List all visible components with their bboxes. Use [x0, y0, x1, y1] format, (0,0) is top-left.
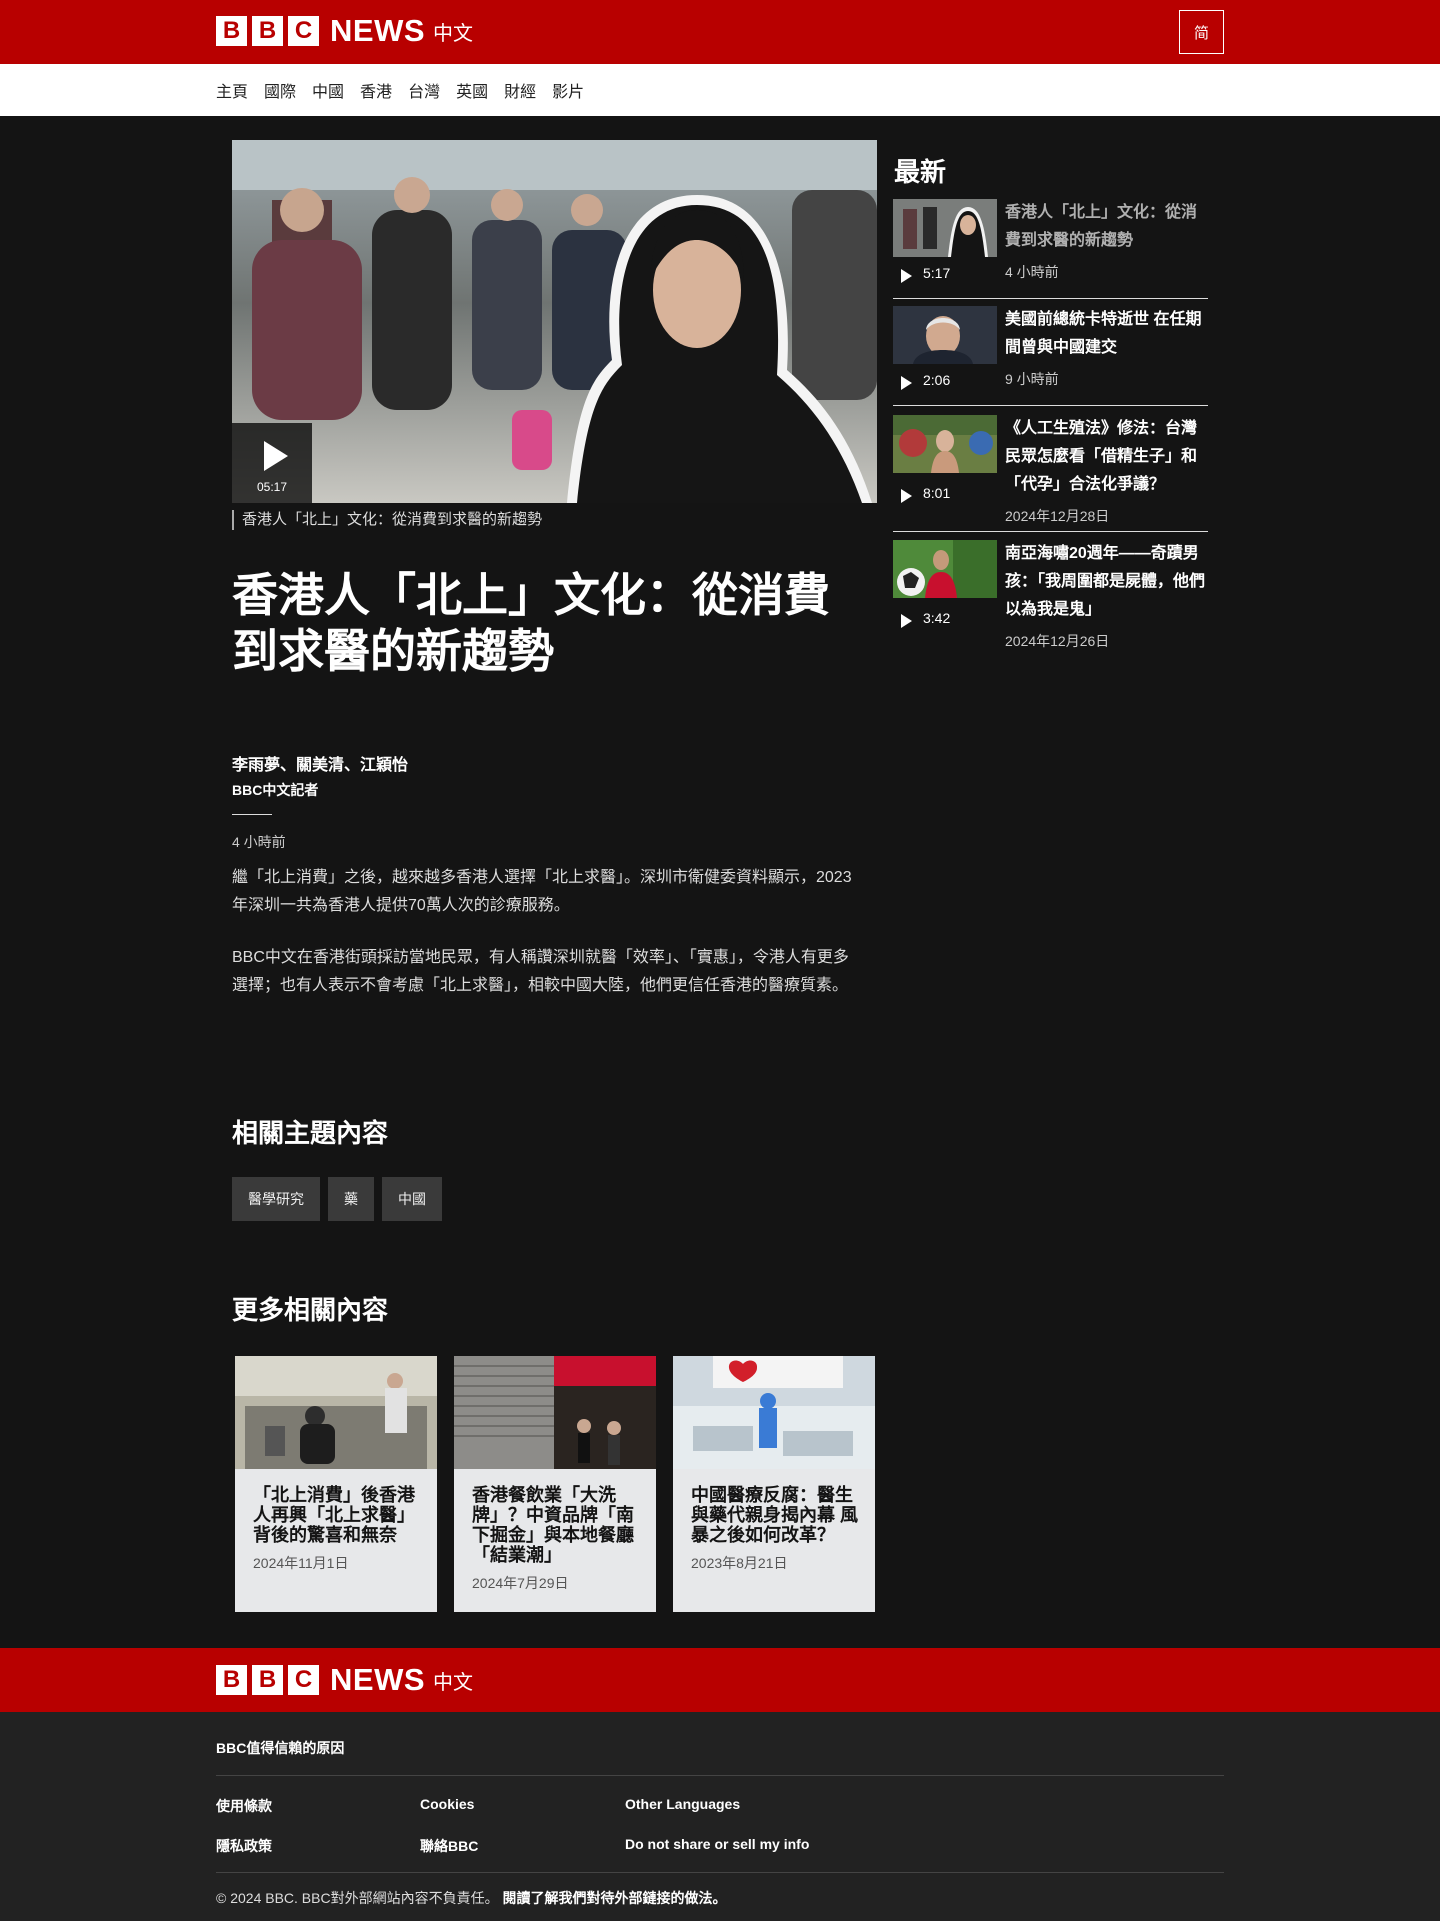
nav-item-china[interactable]: 中國 [312, 78, 344, 102]
latest-video-date: 2024年12月26日 [1005, 633, 1110, 649]
logo-news-text: NEWS [330, 1662, 425, 1697]
footer-link-privacy[interactable]: 隱私政策 [216, 1836, 272, 1856]
latest-video-title: 美國前總統卡特逝世 在任期間曾與中國建交 [1005, 311, 1202, 356]
logo-letter-c: C [288, 1665, 319, 1695]
related-card-date: 2024年11月1日 [253, 1555, 349, 1571]
logo-chinese-text: 中文 [433, 22, 473, 45]
latest-video-thumbnail [893, 306, 997, 364]
more-related-heading: 更多相關內容 [232, 1295, 389, 1325]
logo-chinese-text: 中文 [433, 1671, 473, 1694]
footer-copyright: © 2024 BBC. BBC對外部網站內容不負責任。 閱讀了解我們對待外部鏈接… [216, 1888, 726, 1908]
latest-video-thumbnail [893, 540, 997, 598]
logo-letter-b2: B [252, 16, 283, 46]
article-author-role: BBC中文記者 [232, 782, 319, 798]
article-author: 李雨夢、關美清、江穎怡 [232, 757, 409, 774]
primary-nav: 主頁 國際 中國 香港 台灣 英國 財經 影片 [216, 64, 600, 116]
bbc-news-logo[interactable]: B B C NEWS 中文 [216, 13, 473, 48]
footer-link-trust[interactable]: BBC值得信賴的原因 [216, 1738, 344, 1758]
related-card-title: 「北上消費」後香港人再興「北上求醫」背後的驚喜和無奈 [253, 1485, 415, 1545]
video-caption: 香港人「北上」文化：從消費到求醫的新趨勢 [232, 510, 542, 530]
play-button[interactable]: 05:17 [232, 423, 312, 503]
latest-video-duration: 2:06 [923, 372, 951, 388]
latest-video-duration: 5:17 [923, 265, 951, 281]
topic-tag-china[interactable]: 中國 [382, 1177, 442, 1221]
footer-link-cookies[interactable]: Cookies [420, 1796, 474, 1812]
nav-item-uk[interactable]: 英國 [456, 78, 488, 102]
external-links-policy-link[interactable]: 閱讀了解我們對待外部鏈接的做法。 [502, 1890, 726, 1906]
related-card-title: 中國醫療反腐：醫生與藥代親身揭內幕 風暴之後如何改革？ [691, 1485, 859, 1545]
footer-link-terms[interactable]: 使用條款 [216, 1796, 272, 1816]
hero-video-player[interactable]: 05:17 [232, 140, 877, 503]
related-card[interactable]: 香港餐飲業「大洗牌」？中資品牌「南下掘金」與本地餐廳「結業潮」 2024年7月2… [454, 1356, 656, 1612]
footer-bbc-news-logo[interactable]: B B C NEWS 中文 [216, 1662, 473, 1697]
latest-video-item[interactable]: 5:17 香港人「北上」文化：從消費到求醫的新趨勢 4 小時前 [893, 199, 1208, 285]
nav-item-taiwan[interactable]: 台灣 [408, 78, 440, 102]
related-card-title: 香港餐飲業「大洗牌」？中資品牌「南下掘金」與本地餐廳「結業潮」 [472, 1485, 634, 1565]
latest-video-item[interactable]: 2:06 美國前總統卡特逝世 在任期間曾與中國建交 9 小時前 [893, 306, 1208, 392]
latest-video-item[interactable]: 3:42 南亞海嘯20週年——奇蹟男孩：「我周圍都是屍體，他們以為我是鬼」 20… [893, 540, 1208, 652]
logo-letter-b1: B [216, 1665, 247, 1695]
related-card[interactable]: 中國醫療反腐：醫生與藥代親身揭內幕 風暴之後如何改革？ 2023年8月21日 [673, 1356, 875, 1612]
related-card-image [454, 1356, 656, 1469]
latest-video-duration: 8:01 [923, 485, 951, 501]
footer-divider [216, 1775, 1224, 1776]
latest-video-date: 4 小時前 [1005, 264, 1059, 280]
related-topics-heading: 相關主題內容 [232, 1118, 389, 1148]
latest-video-title: 南亞海嘯20週年——奇蹟男孩：「我周圍都是屍體，他們以為我是鬼」 [1005, 545, 1206, 618]
latest-divider [893, 298, 1208, 299]
latest-video-thumbnail [893, 199, 997, 257]
play-icon [264, 441, 288, 471]
article-paragraph: BBC中文在香港街頭採訪當地民眾，有人稱讚深圳就醫「效率」、「實惠」，令港人有更… [232, 949, 849, 994]
byline-divider [232, 814, 272, 815]
nav-item-video[interactable]: 影片 [552, 78, 584, 102]
simplified-chinese-toggle-button[interactable]: 简 [1179, 10, 1224, 54]
logo-letter-c: C [288, 16, 319, 46]
latest-divider [893, 405, 1208, 406]
article-paragraph: 繼「北上消費」之後，越來越多香港人選擇「北上求醫」。深圳市衛健委資料顯示，202… [232, 869, 852, 914]
latest-video-duration: 3:42 [923, 610, 951, 626]
video-duration: 05:17 [256, 480, 288, 494]
play-icon [901, 614, 912, 628]
topic-tag-medicine[interactable]: 藥 [328, 1177, 374, 1221]
latest-video-date: 9 小時前 [1005, 371, 1059, 387]
footer-brand-bar: B B C NEWS 中文 [0, 1648, 1440, 1712]
play-icon [901, 376, 912, 390]
footer-link-other-languages[interactable]: Other Languages [625, 1796, 740, 1812]
latest-heading: 最新 [894, 157, 947, 187]
latest-video-item[interactable]: 8:01 《人工生殖法》修法：台灣民眾怎麼看「借精生子」和「代孕」合法化爭議？ … [893, 415, 1208, 527]
related-card-image [235, 1356, 437, 1469]
copyright-text: © 2024 BBC. BBC對外部網站內容不負責任。 [216, 1890, 499, 1906]
nav-item-finance[interactable]: 財經 [504, 78, 536, 102]
article-timestamp: 4 小時前 [232, 834, 286, 850]
topic-tag-medical-research[interactable]: 醫學研究 [232, 1177, 320, 1221]
logo-letter-b1: B [216, 16, 247, 46]
latest-video-date: 2024年12月28日 [1005, 508, 1110, 524]
latest-video-title: 《人工生殖法》修法：台灣民眾怎麼看「借精生子」和「代孕」合法化爭議？ [1005, 420, 1198, 493]
topic-tag-list: 醫學研究 藥 中國 [232, 1177, 450, 1221]
related-card-date: 2023年8月21日 [691, 1555, 788, 1571]
latest-divider [893, 531, 1208, 532]
logo-letter-b2: B [252, 1665, 283, 1695]
related-card-list: 「北上消費」後香港人再興「北上求醫」背後的驚喜和無奈 2024年11月1日 香港… [235, 1356, 892, 1612]
nav-item-home[interactable]: 主頁 [216, 78, 248, 102]
related-card[interactable]: 「北上消費」後香港人再興「北上求醫」背後的驚喜和無奈 2024年11月1日 [235, 1356, 437, 1612]
related-card-date: 2024年7月29日 [472, 1575, 569, 1591]
play-icon [901, 269, 912, 283]
footer-link-do-not-sell[interactable]: Do not share or sell my info [625, 1836, 809, 1852]
article-headline: 香港人「北上」文化：從消費到求醫的新趨勢 [232, 569, 830, 677]
play-icon [901, 489, 912, 503]
nav-item-international[interactable]: 國際 [264, 78, 296, 102]
nav-item-hongkong[interactable]: 香港 [360, 78, 392, 102]
latest-video-thumbnail [893, 415, 997, 473]
footer-divider [216, 1872, 1224, 1873]
latest-video-title: 香港人「北上」文化：從消費到求醫的新趨勢 [1005, 204, 1198, 249]
nav-bar: 主頁 國際 中國 香港 台灣 英國 財經 影片 [0, 64, 1440, 116]
top-header: B B C NEWS 中文 简 [0, 0, 1440, 64]
hero-video-thumbnail [232, 140, 877, 503]
footer-link-contact[interactable]: 聯絡BBC [420, 1836, 478, 1856]
related-card-image [673, 1356, 875, 1469]
logo-news-text: NEWS [330, 13, 425, 48]
